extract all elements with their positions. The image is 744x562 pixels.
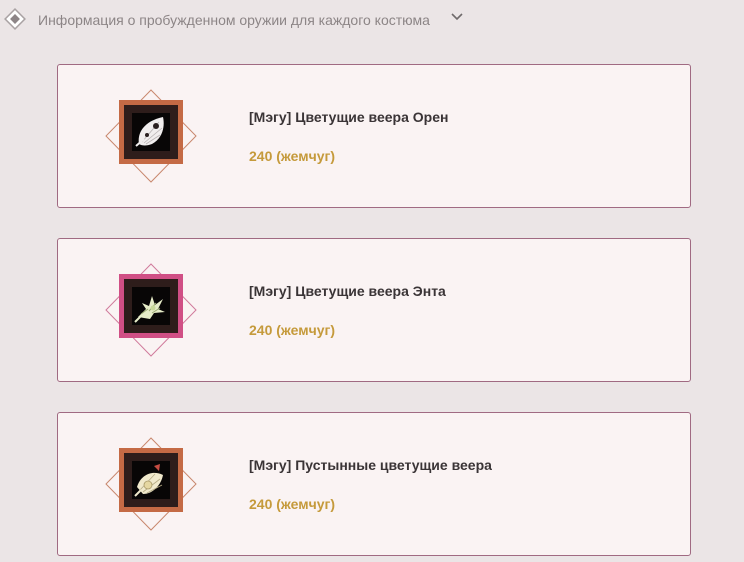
diamond-icon <box>4 8 26 30</box>
item-icon-frame <box>103 263 199 359</box>
white-fan-icon <box>135 117 164 147</box>
costume-weapon-card: [Мэгу] Пустынные цветущие веера 240 (жем… <box>57 412 691 556</box>
item-price: 240 (жемчуг) <box>249 322 336 338</box>
item-price: 240 (жемчуг) <box>249 496 336 512</box>
chevron-down-icon[interactable] <box>450 12 464 22</box>
item-icon-box <box>119 100 183 164</box>
desert-fan-icon <box>134 464 163 497</box>
green-flower-fan-icon <box>134 296 165 323</box>
section-title: Информация о пробужденном оружии для каж… <box>38 12 430 28</box>
section-header[interactable]: Информация о пробужденном оружии для каж… <box>0 0 744 40</box>
item-icon-frame <box>103 89 199 185</box>
item-name: [Мэгу] Пустынные цветущие веера <box>249 457 492 473</box>
costume-weapon-card: [Мэгу] Цветущие веера Энта 240 (жемчуг) <box>57 238 691 382</box>
item-name: [Мэгу] Цветущие веера Энта <box>249 283 446 299</box>
item-price: 240 (жемчуг) <box>249 148 336 164</box>
item-icon-frame <box>103 437 199 533</box>
item-icon-box <box>119 448 183 512</box>
item-icon-box <box>119 274 183 338</box>
item-name: [Мэгу] Цветущие веера Орен <box>249 109 449 125</box>
costume-weapon-card: [Мэгу] Цветущие веера Орен 240 (жемчуг) <box>57 64 691 208</box>
